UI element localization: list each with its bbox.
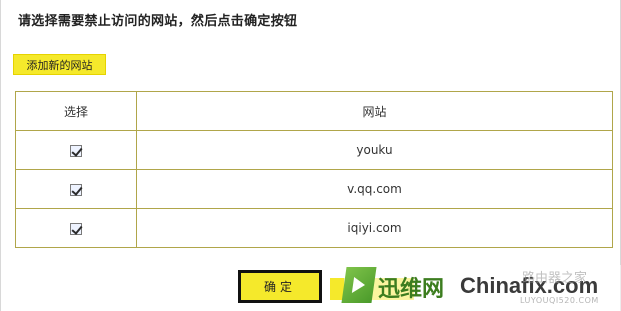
select-column-header: 选择 (15, 91, 137, 131)
row-checkbox[interactable] (70, 222, 82, 235)
watermark: 迅维网 Chinafix.com 路由器之家 LUYOUQI520.COM (341, 265, 621, 311)
row-checkbox[interactable] (70, 183, 82, 196)
watermark-faint-bottom: LUYOUQI520.COM (520, 296, 599, 305)
row-checkbox[interactable] (70, 144, 82, 157)
watermark-faint-top: 路由器之家 (522, 271, 588, 286)
select-cell (15, 169, 137, 209)
website-cell: iqiyi.com (136, 208, 613, 248)
confirm-button-label: 确定 (244, 275, 316, 298)
table-row: iqiyi.com (15, 208, 613, 248)
table-header-row: 选择 网站 (15, 91, 613, 131)
table-row: v.qq.com (15, 169, 613, 209)
select-cell (15, 130, 137, 170)
website-cell: v.qq.com (136, 169, 613, 209)
website-column-header: 网站 (136, 91, 613, 131)
confirm-button[interactable]: 确定 (238, 270, 322, 303)
watermark-logo-icon (341, 267, 377, 303)
watermark-brand-cn: 迅维网 (378, 277, 445, 302)
website-cell: youku (136, 130, 613, 170)
website-table: 选择 网站 youku v.qq.com iqiyi.com (15, 91, 613, 248)
table-row: youku (15, 130, 613, 170)
select-cell (15, 208, 137, 248)
add-website-button[interactable]: 添加新的网站 (13, 54, 106, 75)
instruction-text: 请选择需要禁止访问的网站，然后点击确定按钮 (18, 14, 298, 29)
